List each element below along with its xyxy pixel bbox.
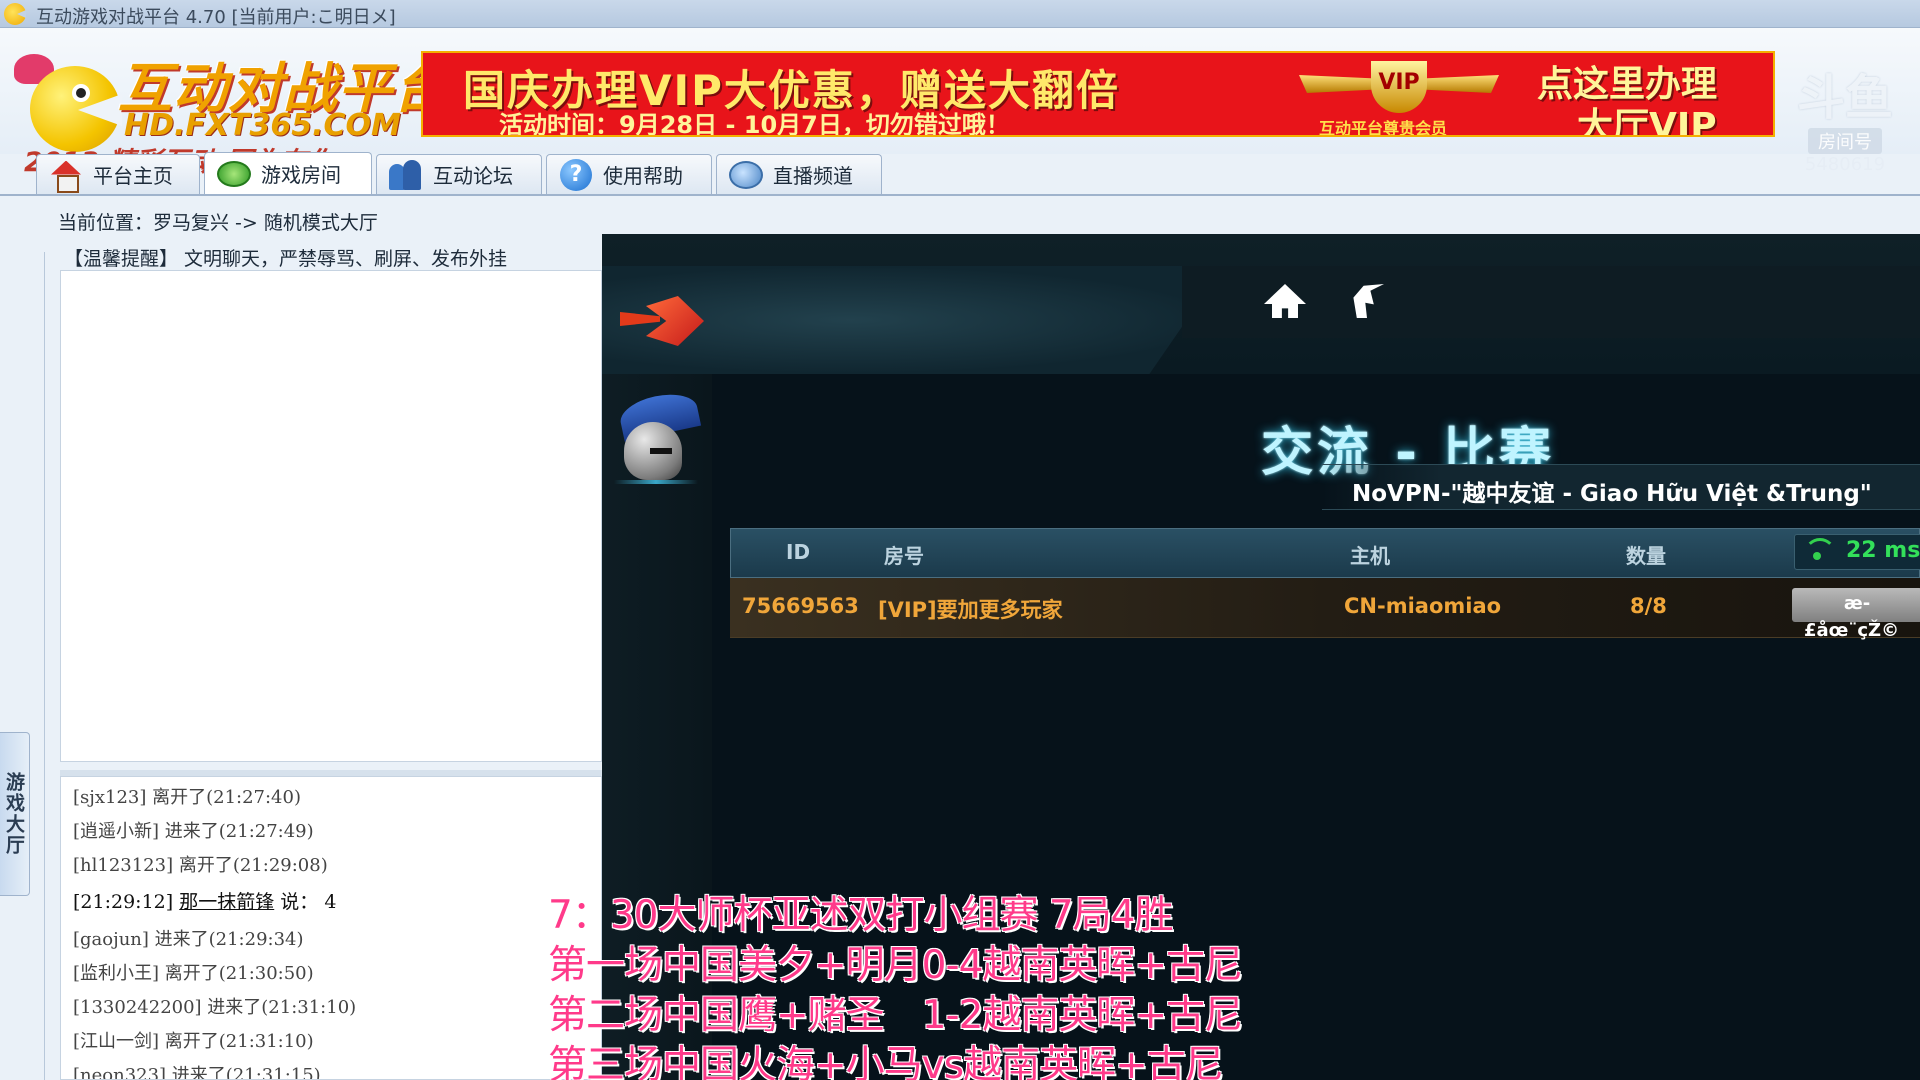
- room-player-count: 8/8: [1630, 594, 1667, 618]
- vip-promo-banner[interactable]: 国庆办理VIP大优惠，赠送大翻倍 活动时间：9月28日 - 10月7日，切勿错过…: [421, 51, 1775, 137]
- brand-url: HD.FXT365.COM: [124, 108, 401, 143]
- caption-line: 第一场中国美夕+明月0-4越南英晖+古尼: [548, 943, 1243, 988]
- column-count[interactable]: 数量: [1626, 540, 1666, 569]
- caption-line: 7：30大师杯亚述双打小组赛 7局4胜: [548, 893, 1173, 938]
- tab-live[interactable]: 直播频道: [716, 154, 882, 194]
- tab-home[interactable]: 平台主页: [36, 154, 200, 194]
- game-logo-icon[interactable]: [616, 290, 716, 350]
- caption-line: 第三场中国火海+小马vs越南英晖+古尼: [548, 1043, 1224, 1080]
- watermark-room-id: 5480619: [1804, 154, 1886, 175]
- nav-divider: [0, 194, 1920, 196]
- warm-reminder-notice: 【温馨提醒】 文明聊天，严禁辱骂、刷屏、发布外挂: [64, 248, 508, 270]
- chat-message: [21:29:12] 那一抹箭锋 说： 4: [73, 887, 336, 914]
- forum-icon: [389, 159, 423, 190]
- right-wing-icon: [1419, 75, 1499, 93]
- tab-label: 游戏房间: [261, 163, 341, 187]
- banner-subtitle: 活动时间：9月28日 - 10月7日，切勿错过哦！: [499, 111, 1010, 137]
- log-line: [hl123123] 离开了(21:29:08): [73, 855, 328, 876]
- ping-value: 22 ms: [1846, 538, 1920, 563]
- tab-label: 互动论坛: [433, 164, 513, 188]
- watermark-room-label: 房间号: [1808, 128, 1882, 154]
- room-status-label: £åœ¨çŽ©: [1804, 620, 1900, 641]
- stream-watermark: 斗鱼 房间号 5480619: [1790, 58, 1900, 175]
- home-icon: [49, 160, 83, 193]
- tab-label: 直播频道: [773, 164, 853, 188]
- wifi-signal-icon: [1804, 538, 1836, 562]
- header: 互动对战平台 HD.FXT365.COM 2013 精彩互动 因為有你 国庆办理…: [0, 28, 1920, 178]
- column-id[interactable]: ID: [786, 540, 810, 564]
- game-room-icon: [217, 159, 251, 189]
- column-room[interactable]: 房号: [884, 540, 924, 569]
- app-icon: [4, 3, 26, 25]
- side-divider: [44, 252, 45, 1080]
- breadcrumb: 当前位置：罗马复兴 -> 随机模式大厅: [58, 212, 378, 234]
- vip-badge: VIP: [1371, 61, 1427, 113]
- log-line: [1330242200] 进来了(21:31:10): [73, 997, 357, 1018]
- message-user-link[interactable]: 那一抹箭锋: [179, 891, 274, 913]
- watermark-logo: 斗鱼: [1796, 70, 1893, 126]
- game-hall-side-tab[interactable]: 游戏大厅: [0, 732, 30, 896]
- log-line: [sjx123] 离开了(21:27:40): [73, 787, 301, 808]
- caption-line: 第二场中国鹰+赌圣 1-2越南英晖+古尼: [548, 993, 1243, 1038]
- log-line: [监利小王] 离开了(21:30:50): [73, 963, 314, 984]
- pacman-eye-icon: [72, 84, 90, 102]
- help-icon: ?: [559, 158, 593, 191]
- lobby-subtitle: NoVPN-"越中友谊 - Giao Hữu Việt &Trung": [1352, 481, 1872, 507]
- log-line: [江山一剑] 离开了(21:31:10): [73, 1031, 314, 1052]
- room-id: 75669563: [742, 594, 859, 618]
- column-host[interactable]: 主机: [1350, 540, 1390, 569]
- message-time: [21:29:12]: [73, 891, 174, 913]
- activity-log[interactable]: [sjx123] 离开了(21:27:40) [逍遥小新] 进来了(21:27:…: [60, 776, 602, 1080]
- vip-wings-icon: VIP: [1299, 61, 1499, 113]
- home-icon[interactable]: [1264, 284, 1306, 322]
- chat-message-area[interactable]: [60, 270, 602, 762]
- message-content: 4: [324, 891, 337, 913]
- tab-forum[interactable]: 互动论坛: [376, 154, 542, 194]
- message-said: 说：: [280, 891, 319, 913]
- banner-cta-line2: 大厅VIP: [1577, 106, 1717, 137]
- log-line: [逍遥小新] 进来了(21:27:49): [73, 821, 314, 842]
- log-line: [gaojun] 进来了(21:29:34): [73, 929, 304, 950]
- window-title: 互动游戏对战平台 4.70 [当前用户:こ明日メ]: [36, 7, 396, 28]
- live-icon: [729, 160, 763, 190]
- tab-label: 使用帮助: [603, 164, 683, 188]
- tab-help[interactable]: ? 使用帮助: [546, 154, 712, 194]
- room-join-button[interactable]: æ-: [1792, 588, 1920, 622]
- left-wing-icon: [1299, 75, 1379, 93]
- room-host: CN-miaomiao: [1344, 594, 1502, 618]
- window-titlebar: 互动游戏对战平台 4.70 [当前用户:こ明日メ]: [0, 0, 1920, 28]
- room-name: [VIP]要加更多玩家: [878, 598, 1063, 622]
- vip-caption: 互动平台尊贵会员: [1319, 119, 1448, 137]
- tab-label: 平台主页: [93, 164, 173, 188]
- log-line: [neon323] 进来了(21:31:15): [73, 1065, 321, 1080]
- spartan-avatar-icon[interactable]: [614, 388, 702, 486]
- tab-game-room[interactable]: 游戏房间: [204, 152, 372, 194]
